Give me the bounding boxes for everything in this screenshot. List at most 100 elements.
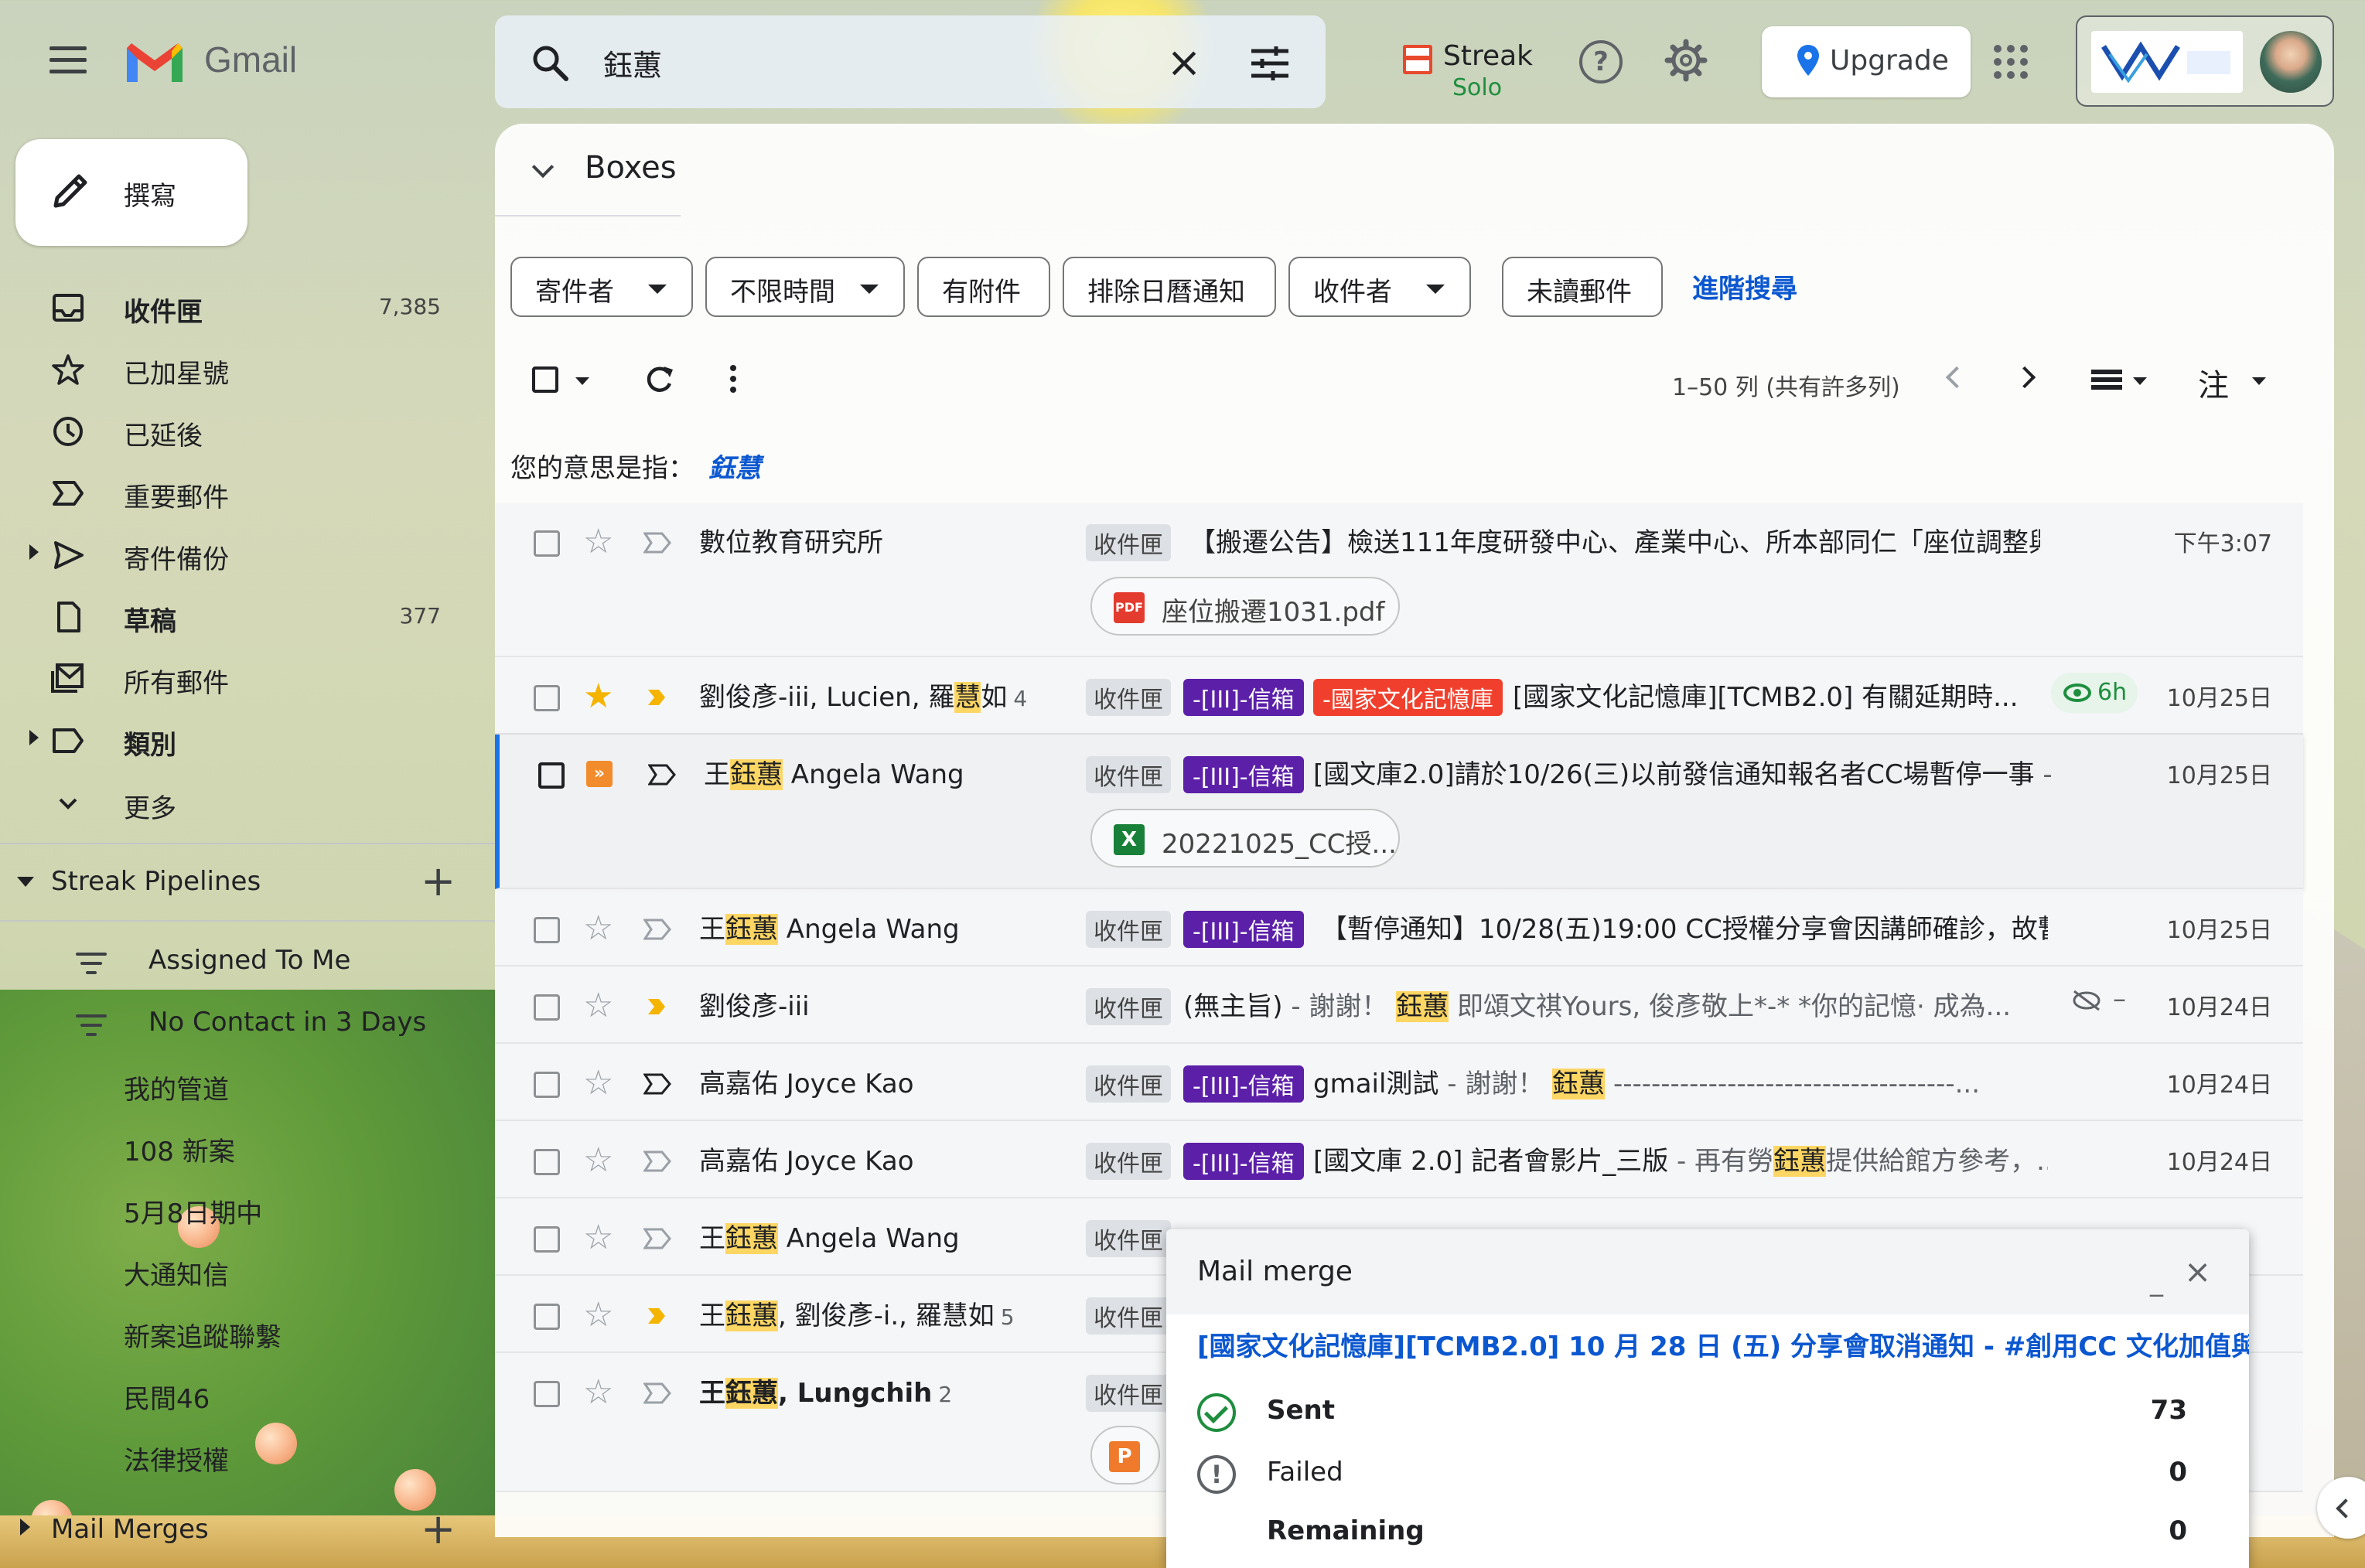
settings-gear-icon[interactable] xyxy=(1664,39,1708,82)
next-page-icon[interactable] xyxy=(2013,366,2036,389)
star-icon[interactable]: ☆ xyxy=(583,1219,613,1257)
clear-search-icon[interactable]: × xyxy=(1165,42,1203,84)
eye-off-icon[interactable] xyxy=(2071,990,2102,1011)
close-icon[interactable]: × xyxy=(2184,1253,2211,1290)
email-row[interactable]: ☆ 高嘉佑 Joyce Kao 收件匣 -[III]-信箱 [國文庫 2.0] … xyxy=(495,1121,2303,1198)
important-marker-icon[interactable] xyxy=(648,764,676,786)
row-checkbox[interactable] xyxy=(534,685,560,711)
filter-chip-attachment[interactable]: 有附件 xyxy=(917,257,1050,317)
mail-merge-header[interactable]: Mail merge _ × xyxy=(1166,1229,2249,1314)
important-marker-icon[interactable] xyxy=(643,1150,671,1172)
email-row[interactable]: ☆ 數位教育研究所 收件匣 【搬遷公告】檢送111年度研發中心、產業中心、所本部… xyxy=(495,503,2303,657)
star-icon[interactable]: ☆ xyxy=(583,987,613,1025)
row-checkbox[interactable] xyxy=(534,1072,560,1098)
sidebar-item-all-mail[interactable]: 所有郵件 xyxy=(0,648,479,710)
account-switcher[interactable] xyxy=(2076,15,2334,107)
sidebar-item-starred[interactable]: 已加星號 xyxy=(0,339,479,401)
email-row[interactable]: ☆ 王鈺蕙 Angela Wang 收件匣 -[III]-信箱 【暫停通知】10… xyxy=(495,889,2303,966)
email-row[interactable]: ☆ 高嘉佑 Joyce Kao 收件匣 -[III]-信箱 gmail測試 - … xyxy=(495,1044,2303,1121)
star-icon[interactable]: ☆ xyxy=(583,1296,613,1335)
filter-chip-unread[interactable]: 未讀郵件 xyxy=(1502,257,1663,317)
filter-chip-exclude-calendar[interactable]: 排除日曆通知 xyxy=(1063,257,1276,317)
important-marker-icon[interactable] xyxy=(643,1228,671,1249)
row-checkbox[interactable] xyxy=(538,762,565,789)
compose-button[interactable]: 撰寫 xyxy=(15,139,247,246)
row-checkbox[interactable] xyxy=(534,917,560,943)
pipeline-item[interactable]: 新案追蹤聯繫 xyxy=(0,1302,479,1364)
boxes-header[interactable]: Boxes xyxy=(495,124,2334,216)
search-bar[interactable]: × xyxy=(495,15,1326,108)
help-icon[interactable]: ? xyxy=(1579,40,1623,84)
google-apps-icon[interactable] xyxy=(1994,45,2028,79)
search-options-icon[interactable] xyxy=(1250,46,1290,80)
star-icon[interactable]: ★ xyxy=(583,677,613,716)
did-you-mean-link[interactable]: 鈺慧 xyxy=(708,447,761,485)
important-marker-icon[interactable] xyxy=(643,1073,671,1095)
sidebar-item-snoozed[interactable]: 已延後 xyxy=(0,401,479,462)
dropdown-caret-icon[interactable] xyxy=(2133,377,2147,385)
advanced-search-link[interactable]: 進階搜尋 xyxy=(1692,268,1797,305)
row-checkbox[interactable] xyxy=(534,994,560,1021)
streak-filter-assigned[interactable]: Assigned To Me xyxy=(0,931,479,993)
mail-merge-subject-link[interactable]: [國家文化記憶庫][TCMB2.0] 10 月 28 日 (五) 分享會取消通知… xyxy=(1197,1325,2249,1363)
star-icon[interactable]: ☆ xyxy=(583,1373,613,1412)
star-icon[interactable]: ☆ xyxy=(583,1064,613,1103)
label-tag[interactable]: -[III]-信箱 xyxy=(1183,1065,1304,1103)
avatar[interactable] xyxy=(2260,31,2322,93)
gmail-logo-icon[interactable] xyxy=(124,40,186,85)
label-tag[interactable]: -[III]-信箱 xyxy=(1183,679,1304,716)
label-tag[interactable]: -國家文化記憶庫 xyxy=(1313,679,1503,716)
expand-caret-icon[interactable] xyxy=(29,730,39,745)
important-marker-icon[interactable] xyxy=(643,687,671,708)
row-checkbox[interactable] xyxy=(534,530,560,557)
important-marker-icon[interactable] xyxy=(643,996,671,1017)
row-checkbox[interactable] xyxy=(534,1149,560,1175)
language-toggle-button[interactable]: 注 xyxy=(2198,360,2229,405)
sidebar-item-important[interactable]: 重要郵件 xyxy=(0,462,479,524)
tracking-badge[interactable]: 6h xyxy=(2051,673,2138,713)
pipeline-item[interactable]: 民間46 xyxy=(0,1364,479,1426)
star-icon[interactable]: ☆ xyxy=(583,523,613,561)
sidebar-item-sent[interactable]: 寄件備份 xyxy=(0,524,479,586)
row-checkbox[interactable] xyxy=(534,1304,560,1330)
minimize-icon[interactable]: _ xyxy=(2150,1266,2163,1297)
add-pipeline-icon[interactable]: + xyxy=(421,858,456,905)
important-marker-icon[interactable] xyxy=(643,1382,671,1404)
more-options-icon[interactable] xyxy=(729,365,738,396)
attachment-chip[interactable]: X 20221025_CC授... xyxy=(1090,809,1400,868)
main-menu-button[interactable] xyxy=(49,46,87,77)
add-mail-merge-icon[interactable]: + xyxy=(421,1506,456,1553)
label-tag[interactable]: -[III]-信箱 xyxy=(1183,756,1304,793)
attachment-chip[interactable]: PDF 座位搬遷1031.pdf xyxy=(1090,577,1400,636)
density-icon[interactable] xyxy=(2091,370,2122,391)
chevron-down-icon[interactable] xyxy=(531,155,555,179)
filter-chip-from[interactable]: 寄件者 xyxy=(510,257,693,317)
pipeline-item[interactable]: 5月8日期中 xyxy=(0,1178,479,1240)
sidebar-item-more[interactable]: 更多 xyxy=(0,773,479,835)
star-icon[interactable]: ☆ xyxy=(583,909,613,948)
row-checkbox[interactable] xyxy=(534,1226,560,1253)
star-icon[interactable]: ☆ xyxy=(583,1141,613,1180)
streak-button[interactable]: Streak Solo xyxy=(1398,36,1533,105)
search-icon[interactable] xyxy=(531,43,569,82)
label-tag[interactable]: -[III]-信箱 xyxy=(1183,911,1304,948)
important-marker-icon[interactable] xyxy=(643,919,671,940)
search-input[interactable] xyxy=(603,42,1067,84)
label-tag[interactable]: -[III]-信箱 xyxy=(1183,1143,1304,1180)
sidebar-item-drafts[interactable]: 草稿 377 xyxy=(0,586,479,648)
pipeline-item[interactable]: 我的管道 xyxy=(0,1055,479,1116)
refresh-icon[interactable] xyxy=(642,363,676,397)
expand-caret-icon[interactable] xyxy=(29,544,39,560)
pipeline-item[interactable]: 法律授權 xyxy=(0,1426,479,1488)
streak-box-icon[interactable]: » xyxy=(586,761,613,787)
expand-caret-icon[interactable] xyxy=(20,1519,30,1536)
email-row-selected[interactable]: » 王鈺蕙 Angela Wang 收件匣 -[III]-信箱 [國文庫2.0]… xyxy=(495,735,2303,889)
important-marker-icon[interactable] xyxy=(643,532,671,554)
email-row[interactable]: ☆ 劉俊彥-iii 收件匣 (無主旨) - 謝謝！ 鈺蕙 即頌文祺Yours, … xyxy=(495,966,2303,1044)
select-all-checkbox[interactable] xyxy=(532,366,558,393)
mail-merges-header[interactable]: Mail Merges + xyxy=(0,1500,479,1562)
select-dropdown-icon[interactable] xyxy=(575,377,589,385)
upgrade-button[interactable]: Upgrade xyxy=(1762,26,1971,97)
streak-pipelines-header[interactable]: Streak Pipelines + xyxy=(0,852,479,914)
important-marker-icon[interactable] xyxy=(643,1305,671,1327)
